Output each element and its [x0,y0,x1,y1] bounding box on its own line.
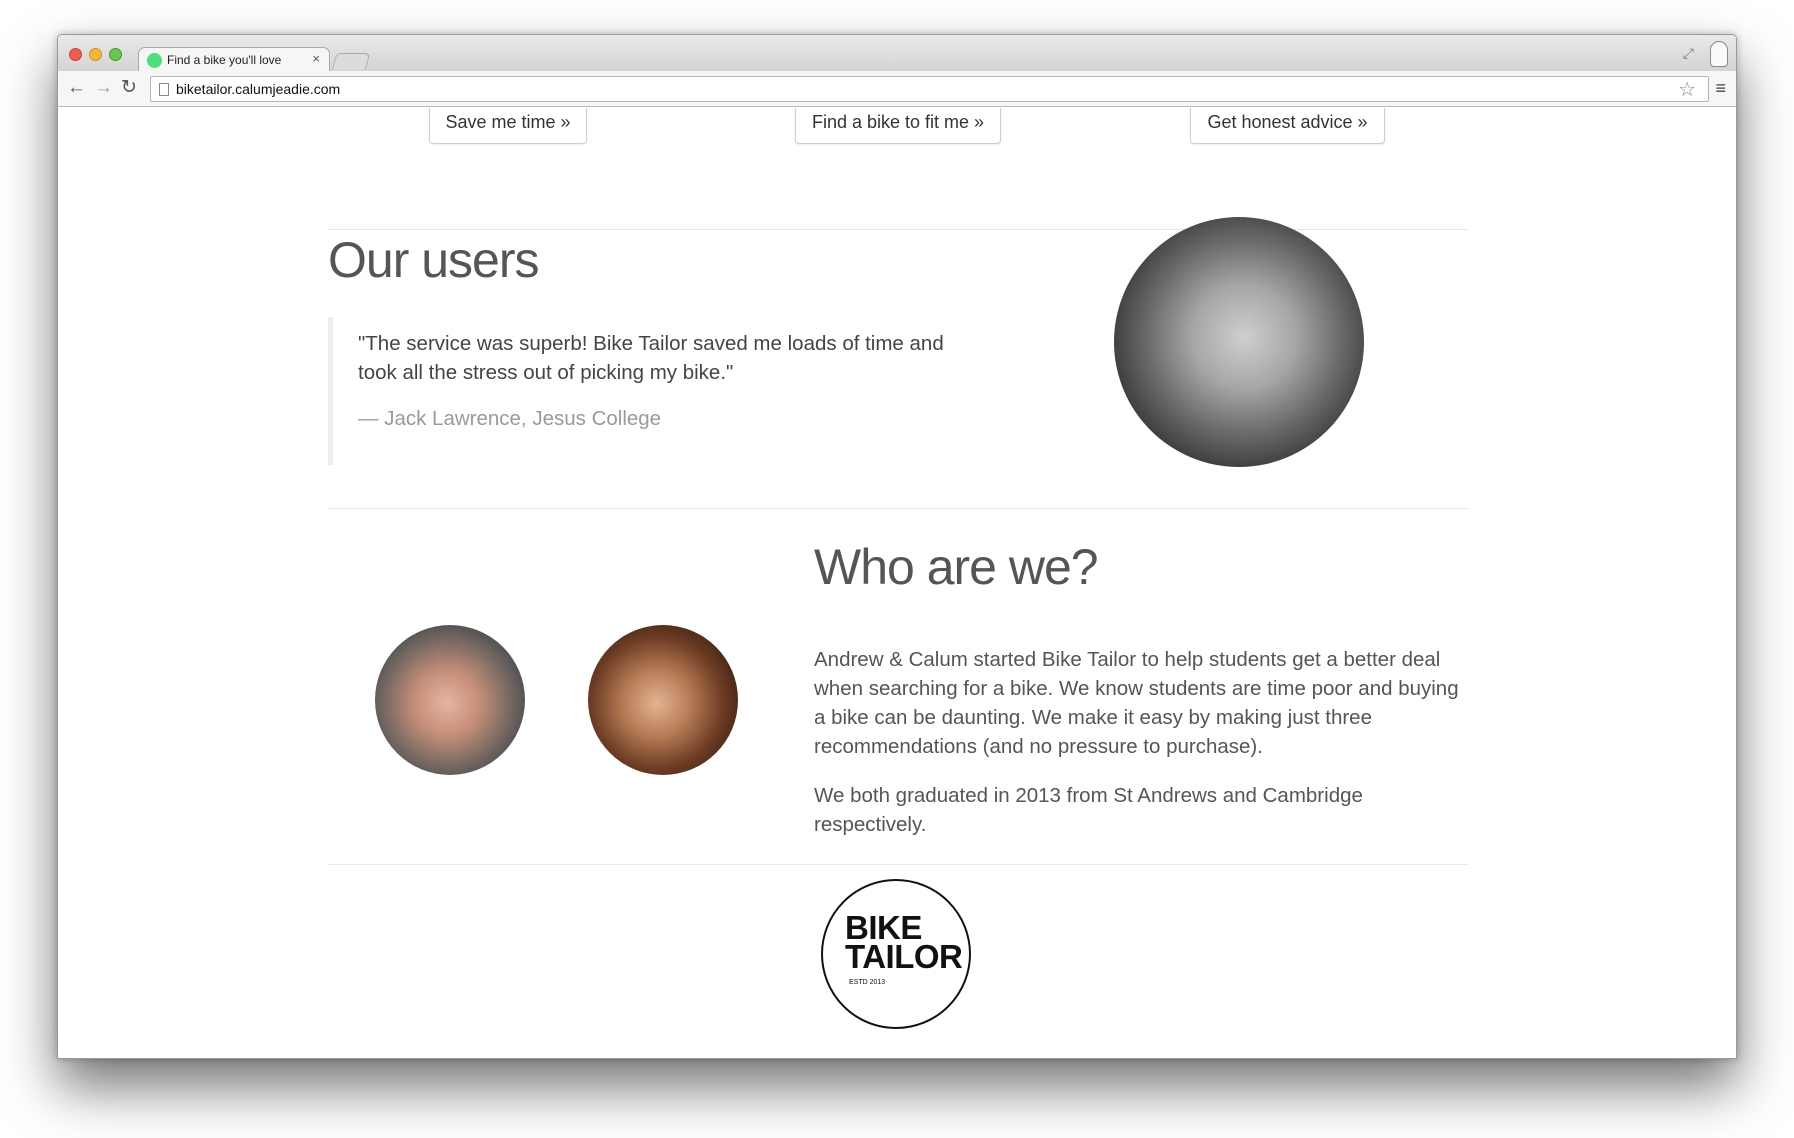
founder-avatar-calum [588,625,738,775]
reload-icon[interactable]: ↻ [121,77,137,99]
page-icon [159,83,169,96]
menu-icon[interactable]: ≡ [1715,78,1726,98]
save-me-time-button[interactable]: Save me time » [429,108,587,144]
address-bar[interactable]: biketailor.calumjeadie.com ☆ [150,76,1709,102]
get-honest-advice-button[interactable]: Get honest advice » [1190,108,1385,144]
url-text[interactable]: biketailor.calumjeadie.com [176,81,340,97]
page-viewport: Save me time » Find a bike to fit me » G… [58,108,1736,1058]
zoom-window-button[interactable] [109,48,122,61]
users-heading: Our users [328,232,540,288]
quote-text: "The service was superb! Bike Tailor sav… [358,332,944,384]
minimize-window-button[interactable] [89,48,102,61]
favicon-icon [147,53,162,68]
bike-tailor-logo: BIKE TAILOR ESTD 2013 [821,879,971,1029]
browser-window: Find a bike you'll love × ⤢ ← → ↻ biketa… [57,34,1737,1059]
about-paragraph: Andrew & Calum started Bike Tailor to he… [814,648,1459,758]
new-tab-button[interactable] [331,53,371,70]
logo-text-tailor: TAILOR [845,938,963,975]
profile-icon[interactable] [1710,41,1728,67]
divider [328,864,1468,865]
close-window-button[interactable] [69,48,82,61]
find-bike-to-fit-button[interactable]: Find a bike to fit me » [795,108,1001,144]
about-heading: Who are we? [814,539,1099,595]
browser-toolbar: ← → ↻ biketailor.calumjeadie.com ☆ ≡ [58,71,1736,107]
title-bar: Find a bike you'll love × ⤢ [58,35,1736,73]
testimonial-quote: "The service was superb! Bike Tailor sav… [328,317,968,465]
founder-avatar-andrew [375,625,525,775]
divider [328,229,1468,230]
back-arrow-icon[interactable]: ← [67,77,86,99]
divider [328,508,1468,509]
browser-tab[interactable]: Find a bike you'll love × [138,47,330,73]
bookmark-star-icon[interactable]: ☆ [1678,77,1696,102]
tab-title: Find a bike you'll love [167,53,282,67]
forward-arrow-icon[interactable]: → [94,77,113,99]
quote-author: — Jack Lawrence, Jesus College [358,407,662,430]
fullscreen-icon[interactable]: ⤢ [1683,45,1694,62]
tab-close-icon[interactable]: × [312,51,320,66]
user-avatar-photo [1114,217,1364,467]
about-paragraph-graduation: We both graduated in 2013 from St Andrew… [814,784,1363,836]
logo-estd: ESTD 2013 [849,979,886,986]
